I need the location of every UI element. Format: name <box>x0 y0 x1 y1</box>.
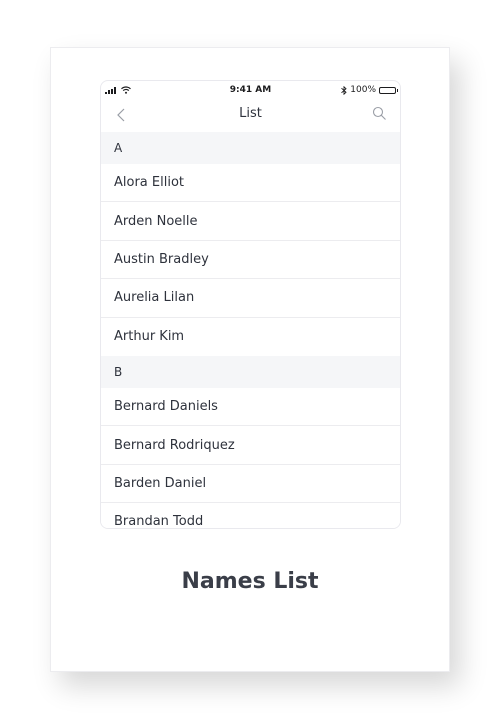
list-item[interactable]: Aurelia Lilan <box>101 279 400 318</box>
battery-icon <box>379 86 398 94</box>
names-list: A Alora Elliot Arden Noelle Austin Bradl… <box>101 132 400 528</box>
status-right: 100% <box>341 85 398 95</box>
list-item[interactable]: Arden Noelle <box>101 202 400 241</box>
list-item[interactable]: Bernard Rodriquez <box>101 426 400 465</box>
list-item[interactable]: Alora Elliot <box>101 164 400 203</box>
list-item[interactable]: Brandan Todd <box>101 503 400 528</box>
caption-title: Names List <box>181 569 319 594</box>
preview-card: 9:41 AM 100% List A Alora Elliot Arden N… <box>50 47 450 672</box>
list-item[interactable]: Barden Daniel <box>101 464 400 504</box>
section-header-a: A <box>101 132 400 164</box>
section-header-b: B <box>101 355 400 388</box>
list-item[interactable]: Arthur Kim <box>101 317 400 356</box>
battery-percent: 100% <box>350 85 376 95</box>
list-item[interactable]: Bernard Daniels <box>101 387 400 427</box>
bluetooth-icon <box>341 85 347 95</box>
nav-bar: List <box>101 100 400 132</box>
search-icon[interactable] <box>372 106 387 121</box>
list-item[interactable]: Austin Bradley <box>101 240 400 280</box>
page-title: List <box>239 106 262 121</box>
status-bar: 9:41 AM 100% <box>101 81 400 100</box>
phone-screen: 9:41 AM 100% List A Alora Elliot Arden N… <box>100 80 401 529</box>
